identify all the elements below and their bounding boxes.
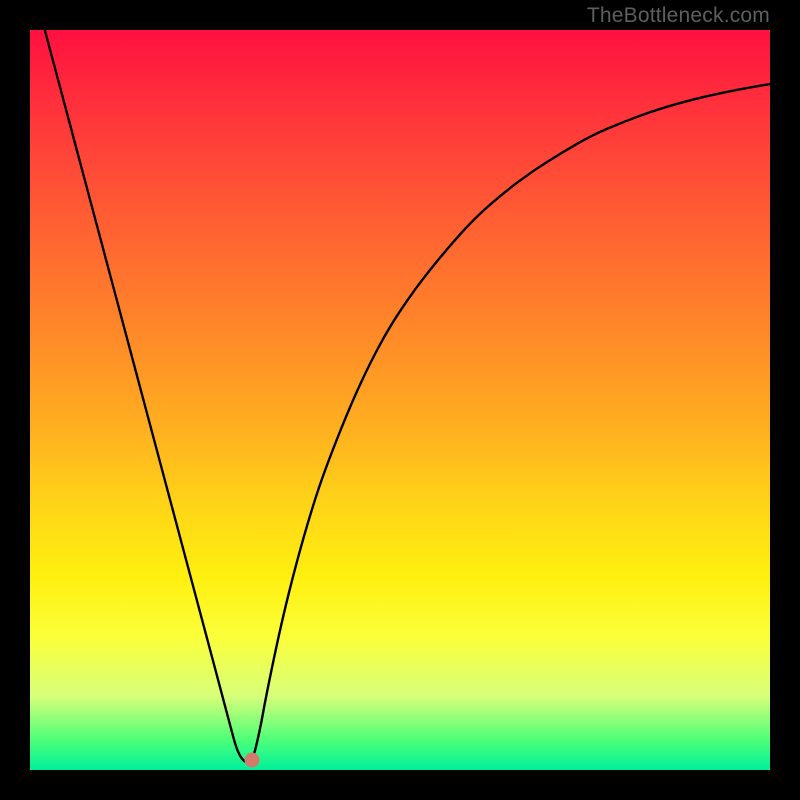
plot-area [30,30,770,770]
chart-frame: TheBottleneck.com [0,0,800,800]
curve-svg [30,30,770,770]
optimum-marker [245,753,260,768]
bottleneck-curve [45,30,770,763]
watermark-text: TheBottleneck.com [587,4,770,28]
